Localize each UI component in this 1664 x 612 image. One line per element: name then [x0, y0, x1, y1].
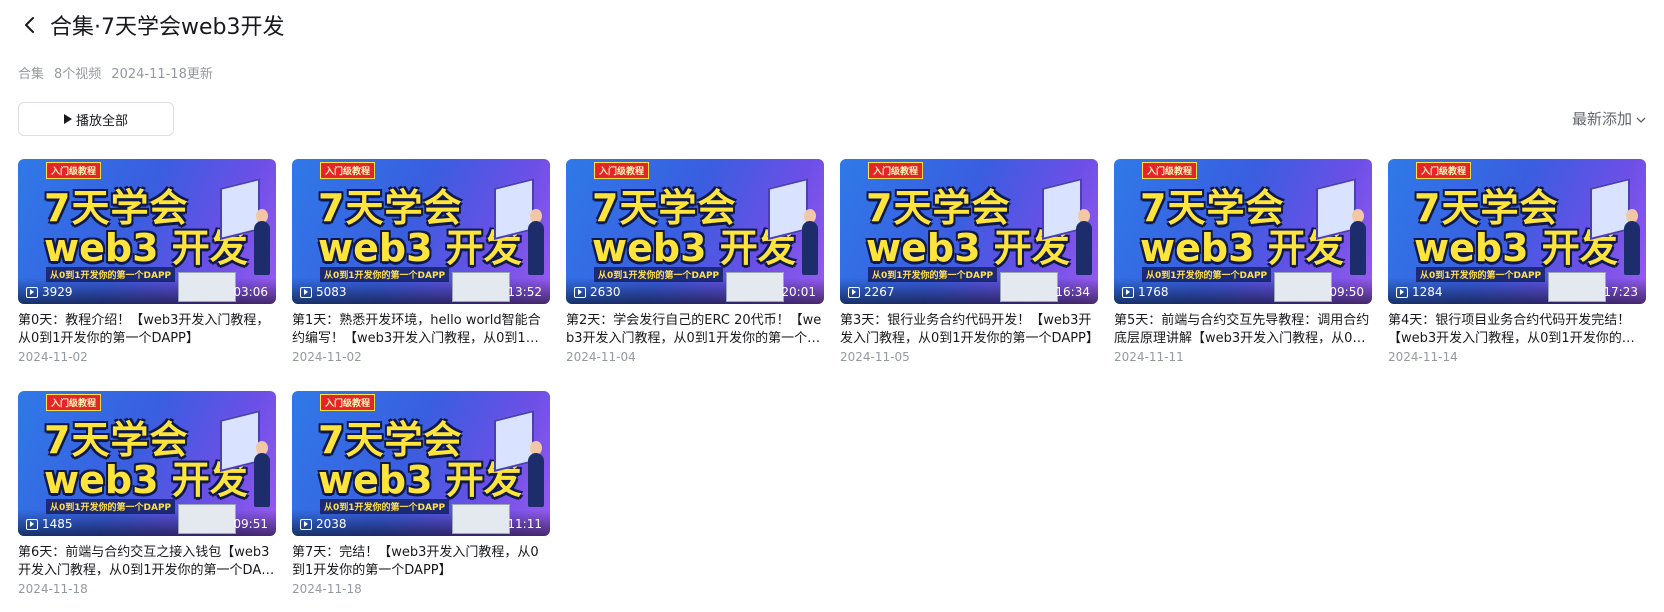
view-count: 5083 [300, 285, 347, 299]
updated-date: 2024-11-18更新 [111, 67, 213, 82]
video-count: 8个视频 [54, 67, 102, 82]
header: 合集·7天学会web3开发 [18, 8, 284, 42]
video-thumbnail[interactable]: 入门级教程 7天学会 web3 开发 从0到1开发你的第一个DAPP 5083 … [292, 159, 550, 304]
sort-label: 最新添加 [1571, 110, 1632, 128]
video-thumbnail[interactable]: 入门级教程 7天学会 web3 开发 从0到1开发你的第一个DAPP 2267 … [840, 159, 1098, 304]
video-duration: 11:11 [507, 517, 542, 531]
play-count-icon [26, 518, 38, 530]
thumbnail-illustration [452, 272, 510, 302]
thumbnail-illustration [208, 410, 270, 511]
video-card[interactable]: 入门级教程 7天学会 web3 开发 从0到1开发你的第一个DAPP 1485 … [18, 391, 276, 611]
view-count-value: 2038 [316, 517, 347, 531]
collection-meta: 合集 8个视频 2024-11-18更新 [18, 63, 213, 82]
view-count-value: 2630 [590, 285, 621, 299]
video-thumbnail[interactable]: 入门级教程 7天学会 web3 开发 从0到1开发你的第一个DAPP 1284 … [1388, 159, 1646, 304]
video-thumbnail[interactable]: 入门级教程 7天学会 web3 开发 从0到1开发你的第一个DAPP 3929 … [18, 159, 276, 304]
thumbnail-illustration [482, 178, 544, 279]
video-card[interactable]: 入门级教程 7天学会 web3 开发 从0到1开发你的第一个DAPP 2267 … [840, 159, 1098, 379]
view-count-value: 2267 [864, 285, 895, 299]
video-duration: 03:06 [233, 285, 268, 299]
video-date: 2024-11-02 [18, 350, 88, 364]
view-count: 2267 [848, 285, 895, 299]
view-count: 3929 [26, 285, 73, 299]
video-date: 2024-11-05 [840, 350, 910, 364]
thumbnail-illustration [1578, 178, 1640, 279]
video-card[interactable]: 入门级教程 7天学会 web3 开发 从0到1开发你的第一个DAPP 2630 … [566, 159, 824, 379]
video-title[interactable]: 第1天：熟悉开发环境，hello world智能合约编写！【web3开发入门教程… [292, 312, 550, 348]
thumbnail-illustration [1030, 178, 1092, 279]
video-title[interactable]: 第7天：完结！【web3开发入门教程，从0到1开发你的第一个DAPP】 [292, 544, 550, 580]
play-count-icon [1122, 286, 1134, 298]
video-card[interactable]: 入门级教程 7天学会 web3 开发 从0到1开发你的第一个DAPP 1768 … [1114, 159, 1372, 379]
video-date: 2024-11-02 [292, 350, 362, 364]
view-count: 1284 [1396, 285, 1443, 299]
video-title[interactable]: 第4天：银行项目业务合约代码开发完结！【web3开发入门教程，从0到1开发你的第… [1388, 312, 1646, 348]
thumbnail-illustration [178, 504, 236, 534]
video-date: 2024-11-04 [566, 350, 636, 364]
video-thumbnail[interactable]: 入门级教程 7天学会 web3 开发 从0到1开发你的第一个DAPP 1485 … [18, 391, 276, 536]
play-count-icon [300, 518, 312, 530]
play-count-icon [574, 286, 586, 298]
view-count: 2630 [574, 285, 621, 299]
video-duration: 17:23 [1603, 285, 1638, 299]
video-thumbnail[interactable]: 入门级教程 7天学会 web3 开发 从0到1开发你的第一个DAPP 2630 … [566, 159, 824, 304]
video-card[interactable]: 入门级教程 7天学会 web3 开发 从0到1开发你的第一个DAPP 5083 … [292, 159, 550, 379]
collection-type: 合集 [18, 67, 45, 82]
play-count-icon [26, 286, 38, 298]
video-date: 2024-11-11 [1114, 350, 1184, 364]
video-card[interactable]: 入门级教程 7天学会 web3 开发 从0到1开发你的第一个DAPP 2038 … [292, 391, 550, 611]
page-title: 合集·7天学会web3开发 [50, 15, 285, 40]
play-count-icon [300, 286, 312, 298]
video-thumbnail[interactable]: 入门级教程 7天学会 web3 开发 从0到1开发你的第一个DAPP 1768 … [1114, 159, 1372, 304]
thumbnail-illustration [1274, 272, 1332, 302]
video-duration: 16:34 [1055, 285, 1090, 299]
video-date: 2024-11-14 [1388, 350, 1458, 364]
view-count-value: 1284 [1412, 285, 1443, 299]
view-count-value: 1768 [1138, 285, 1169, 299]
video-card[interactable]: 入门级教程 7天学会 web3 开发 从0到1开发你的第一个DAPP 3929 … [18, 159, 276, 379]
play-count-icon [1396, 286, 1408, 298]
thumbnail-illustration [1304, 178, 1366, 279]
view-count: 1768 [1122, 285, 1169, 299]
thumbnail-illustration [756, 178, 818, 279]
view-count: 1485 [26, 517, 73, 531]
sort-dropdown[interactable]: 最新添加 [1572, 108, 1646, 129]
thumbnail-illustration [178, 272, 236, 302]
play-all-label: 播放全部 [75, 113, 128, 129]
thumbnail-illustration [452, 504, 510, 534]
play-all-button[interactable]: 播放全部 [18, 102, 174, 136]
thumbnail-illustration [1548, 272, 1606, 302]
thumbnail-illustration [726, 272, 784, 302]
play-icon [63, 114, 72, 124]
video-duration: 20:01 [781, 285, 816, 299]
chevron-left-icon[interactable] [18, 13, 42, 37]
thumbnail-illustration [482, 410, 544, 511]
view-count-value: 3929 [42, 285, 73, 299]
video-card[interactable]: 入门级教程 7天学会 web3 开发 从0到1开发你的第一个DAPP 1284 … [1388, 159, 1646, 379]
view-count-value: 5083 [316, 285, 347, 299]
video-duration: 09:50 [1329, 285, 1364, 299]
thumbnail-illustration [1000, 272, 1058, 302]
play-count-icon [848, 286, 860, 298]
video-title[interactable]: 第3天：银行业务合约代码开发！【web3开发入门教程，从0到1开发你的第一个DA… [840, 312, 1098, 348]
video-grid: 入门级教程 7天学会 web3 开发 从0到1开发你的第一个DAPP 3929 … [18, 159, 1646, 611]
video-duration: 13:52 [507, 285, 542, 299]
view-count-value: 1485 [42, 517, 73, 531]
view-count: 2038 [300, 517, 347, 531]
video-duration: 09:51 [233, 517, 268, 531]
thumbnail-illustration [208, 178, 270, 279]
video-date: 2024-11-18 [292, 582, 362, 596]
video-thumbnail[interactable]: 入门级教程 7天学会 web3 开发 从0到1开发你的第一个DAPP 2038 … [292, 391, 550, 536]
video-title[interactable]: 第2天：学会发行自己的ERC 20代币！【web3开发入门教程，从0到1开发你的… [566, 312, 824, 348]
video-title[interactable]: 第0天：教程介绍！【web3开发入门教程，从0到1开发你的第一个DAPP】 [18, 312, 276, 348]
chevron-down-icon [1636, 110, 1646, 128]
video-date: 2024-11-18 [18, 582, 88, 596]
video-title[interactable]: 第5天：前端与合约交互先导教程：调用合约底层原理讲解【web3开发入门教程，从0… [1114, 312, 1372, 348]
video-title[interactable]: 第6天：前端与合约交互之接入钱包【web3开发入门教程，从0到1开发你的第一个D… [18, 544, 276, 580]
